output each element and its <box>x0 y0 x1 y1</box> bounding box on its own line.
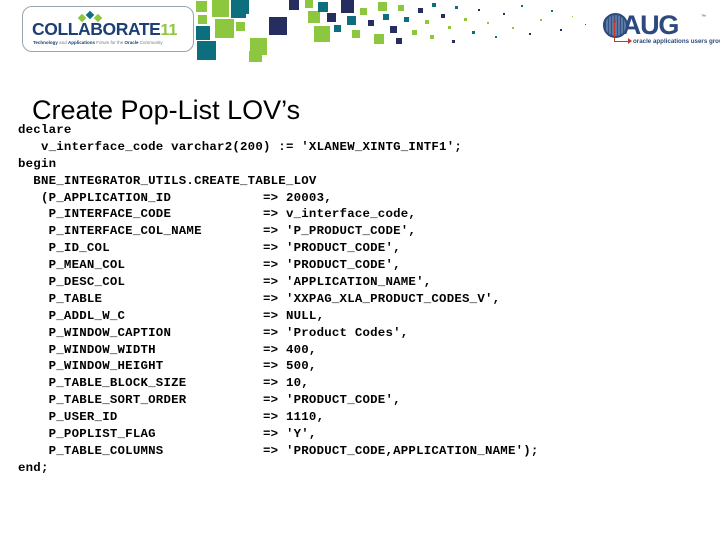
mosaic-square <box>464 18 467 21</box>
mosaic-square <box>246 14 262 30</box>
code-line: end; <box>18 460 49 475</box>
mosaic-square <box>503 13 505 15</box>
mosaic-square <box>378 2 387 11</box>
mosaic-square <box>529 33 531 35</box>
code-line: BNE_INTEGRATOR_UTILS.CREATE_TABLE_LOV <box>18 173 317 188</box>
mosaic-square <box>418 8 423 13</box>
collaborate-year: 11 <box>160 22 178 39</box>
mosaic-square <box>390 26 397 33</box>
code-line: P_TABLE => 'XXPAG_XLA_PRODUCT_CODES_V', <box>18 291 501 306</box>
mosaic-square <box>308 11 320 23</box>
code-line: P_WINDOW_WIDTH => 400, <box>18 342 317 357</box>
collaborate-logo: COLLABORATE11 Technology and Application… <box>22 6 194 52</box>
code-line: P_INTERFACE_CODE => v_interface_code, <box>18 207 417 222</box>
mosaic-square <box>560 29 562 31</box>
mosaic-square <box>215 19 234 38</box>
tagline-technology: Technology <box>33 40 58 45</box>
collaborate-wordmark: COLLABORATE11 <box>32 20 186 40</box>
mosaic-square <box>521 5 523 7</box>
mosaic-square <box>197 41 216 60</box>
collaborate-tagline: Technology and Applications Forum for th… <box>33 40 186 46</box>
mosaic-square <box>198 15 207 24</box>
mosaic-square <box>412 30 417 35</box>
code-line: P_TABLE_COLUMNS => 'PRODUCT_CODE,APPLICA… <box>18 443 539 458</box>
mosaic-square <box>269 17 287 35</box>
code-line: P_ID_COL => 'PRODUCT_CODE', <box>18 241 401 256</box>
mosaic-square <box>352 30 360 38</box>
mosaic-square <box>305 0 313 8</box>
code-line: begin <box>18 156 57 171</box>
slide-header: COLLABORATE11 Technology and Application… <box>0 0 720 62</box>
globe-icon <box>603 13 628 38</box>
mosaic-square <box>341 0 354 13</box>
mosaic-square <box>347 16 356 25</box>
tagline-and: and <box>59 40 67 45</box>
tagline-applications: Applications <box>67 40 95 45</box>
mosaic-square <box>551 10 553 12</box>
mosaic-square <box>512 27 514 29</box>
trademark-symbol: ™ <box>701 14 706 20</box>
collaborate-name: COLLABORATE <box>32 19 161 39</box>
mosaic-square <box>334 25 341 32</box>
code-line: P_USER_ID => 1110, <box>18 410 325 425</box>
code-line: P_MEAN_COL => 'PRODUCT_CODE', <box>18 258 401 273</box>
arrow-icon <box>628 38 632 44</box>
mosaic-square <box>236 22 245 31</box>
code-line: P_WINDOW_HEIGHT => 500, <box>18 359 317 374</box>
code-line: P_TABLE_BLOCK_SIZE => 10, <box>18 376 309 391</box>
mosaic-square <box>196 1 207 12</box>
code-line: P_ADDL_W_C => NULL, <box>18 308 325 323</box>
oaug-logo: OAUG oracle applications users group ™ <box>602 12 720 50</box>
mosaic-square <box>540 19 542 21</box>
mosaic-square <box>360 8 367 15</box>
mosaic-square <box>404 17 409 22</box>
mosaic-square <box>314 26 330 42</box>
code-line: v_interface_code varchar2(200) := 'XLANE… <box>18 139 463 154</box>
mosaic-square <box>448 26 451 29</box>
mosaic-square <box>432 3 436 7</box>
mosaic-square <box>441 14 445 18</box>
code-line: P_POPLIST_FLAG => 'Y', <box>18 427 317 442</box>
oaug-tagline: oracle applications users group <box>633 38 720 45</box>
mosaic-square <box>396 38 402 44</box>
mosaic-square <box>487 22 489 24</box>
mosaic-square <box>495 36 497 38</box>
mosaic-square <box>249 51 262 62</box>
mosaic-square <box>398 5 404 11</box>
mosaic-square <box>572 16 573 17</box>
pin-line <box>614 23 615 42</box>
code-line: P_INTERFACE_COL_NAME => 'P_PRODUCT_CODE'… <box>18 224 417 239</box>
tagline-community: Community <box>139 40 163 45</box>
mosaic-square <box>289 0 299 10</box>
code-line: P_DESC_COL => 'APPLICATION_NAME', <box>18 275 432 290</box>
map-pin-icon <box>613 20 616 23</box>
mosaic-square <box>318 2 328 12</box>
tagline-oracle: Oracle <box>124 40 139 45</box>
mosaic-square <box>430 35 434 39</box>
mosaic-square <box>374 34 384 44</box>
mosaic-square <box>212 0 229 17</box>
mosaic-square <box>478 9 480 11</box>
mosaic-square <box>425 20 429 24</box>
mosaic-square <box>368 20 374 26</box>
tagline-forum: Forum for the <box>96 40 124 45</box>
mosaic-square <box>196 26 210 40</box>
mosaic-square <box>472 31 475 34</box>
mosaic-square <box>327 13 336 22</box>
mosaic-square <box>452 40 455 43</box>
code-line: P_TABLE_SORT_ORDER => 'PRODUCT_CODE', <box>18 393 401 408</box>
mosaic-square <box>455 6 458 9</box>
code-line: P_WINDOW_CAPTION => 'Product Codes', <box>18 325 409 340</box>
code-line: (P_APPLICATION_ID => 20003, <box>18 190 332 205</box>
mosaic-square <box>383 14 389 20</box>
mosaic-square <box>585 24 586 25</box>
code-block: declare v_interface_code varchar2(200) :… <box>18 122 708 477</box>
code-line: declare <box>18 123 72 137</box>
